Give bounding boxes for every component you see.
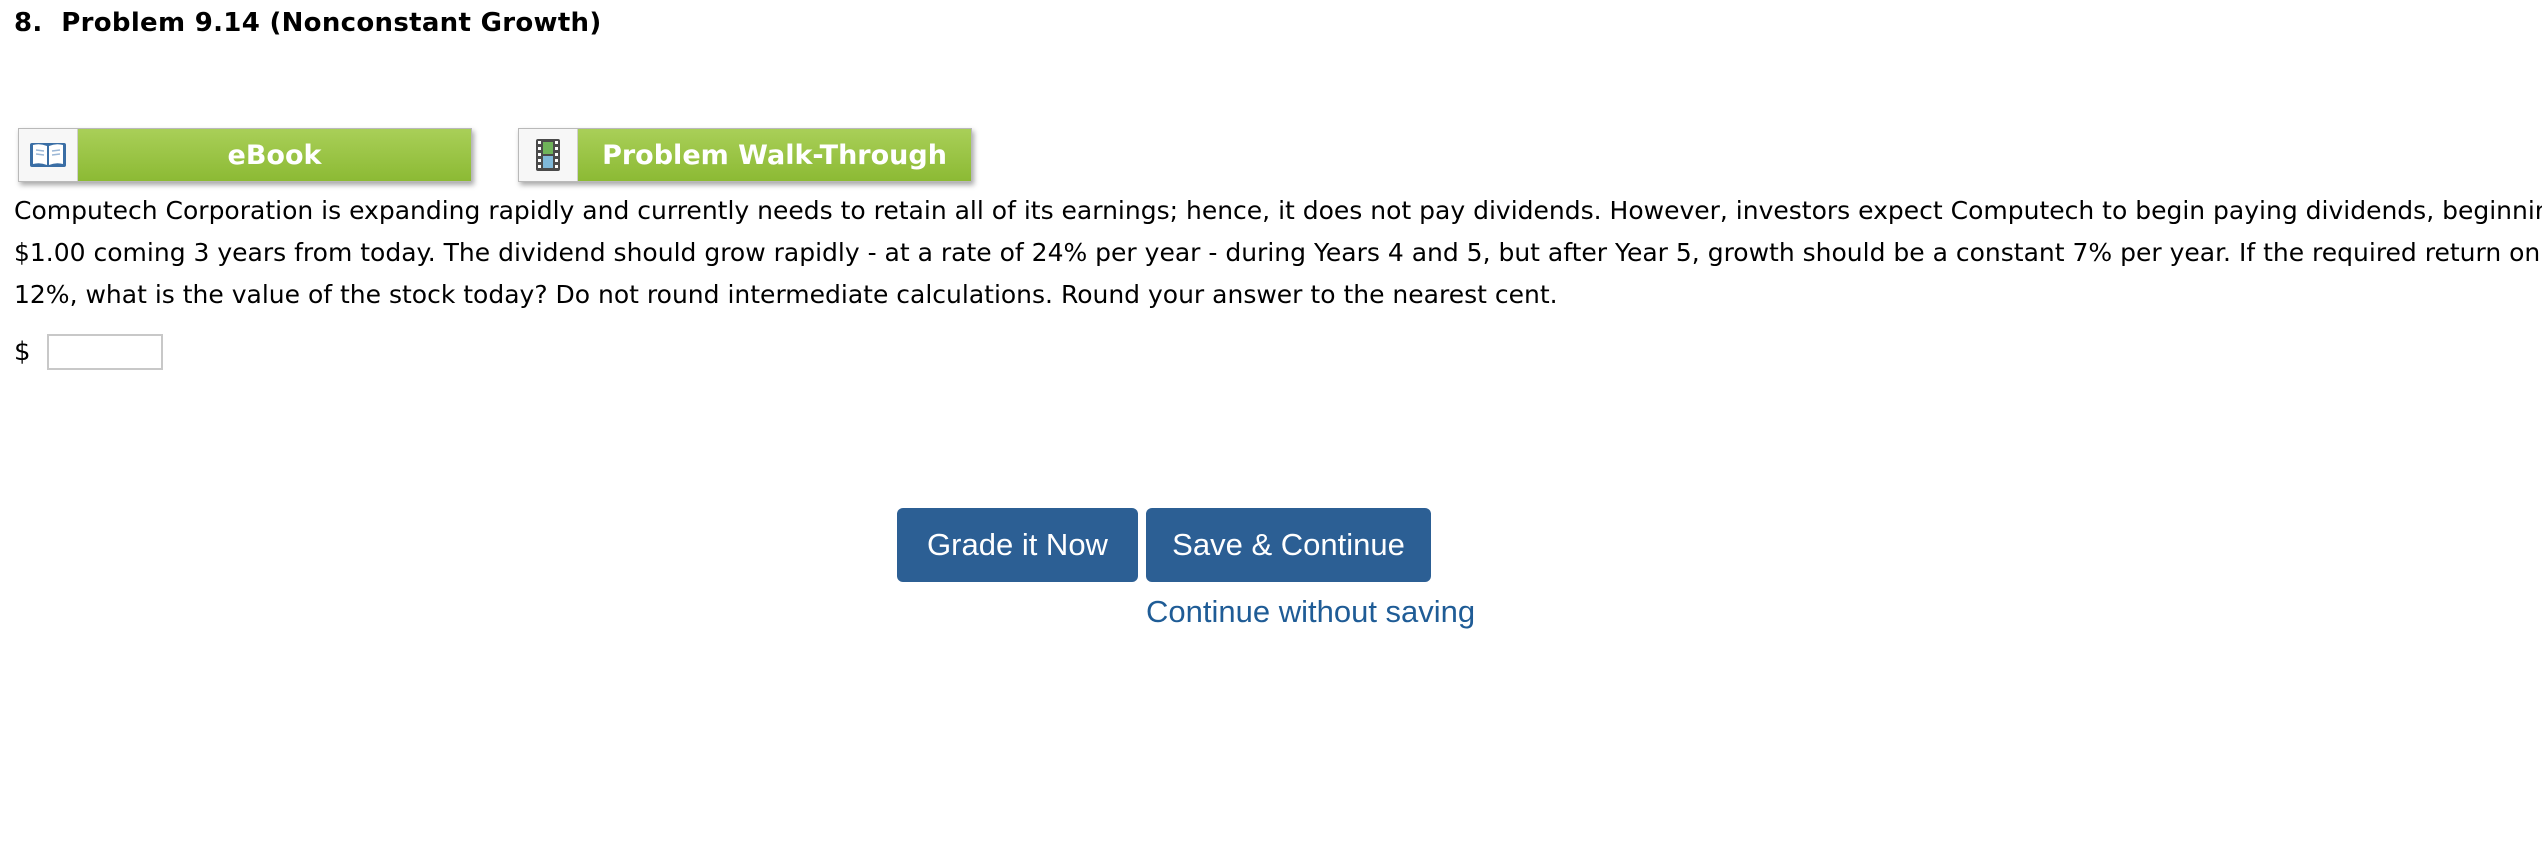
problem-page: 8. Problem 9.14 (Nonconstant Growth) eBo… xyxy=(0,0,2542,858)
problem-statement: Computech Corporation is expanding rapid… xyxy=(14,190,2542,316)
continue-without-saving-link[interactable]: Continue without saving xyxy=(1146,594,1475,630)
book-icon xyxy=(19,129,78,181)
problem-title: Problem 9.14 (Nonconstant Growth) xyxy=(61,8,602,38)
walkthrough-label: Problem Walk-Through xyxy=(578,129,971,181)
problem-walkthrough-button[interactable]: Problem Walk-Through xyxy=(518,128,972,182)
ebook-label: eBook xyxy=(78,129,471,181)
ebook-button[interactable]: eBook xyxy=(18,128,472,182)
problem-number: 8. xyxy=(14,8,43,38)
problem-text-line: $1.00 coming 3 years from today. The div… xyxy=(14,238,2542,267)
grade-it-now-button[interactable]: Grade it Now xyxy=(897,508,1138,582)
currency-symbol: $ xyxy=(14,337,31,367)
problem-heading: 8. Problem 9.14 (Nonconstant Growth) xyxy=(14,8,602,38)
film-icon xyxy=(519,129,578,181)
answer-row: $ xyxy=(14,334,163,370)
problem-text-line: Computech Corporation is expanding rapid… xyxy=(14,196,2542,225)
save-and-continue-button[interactable]: Save & Continue xyxy=(1146,508,1431,582)
answer-input[interactable] xyxy=(46,334,163,370)
problem-text-line: 12%, what is the value of the stock toda… xyxy=(14,280,1558,309)
